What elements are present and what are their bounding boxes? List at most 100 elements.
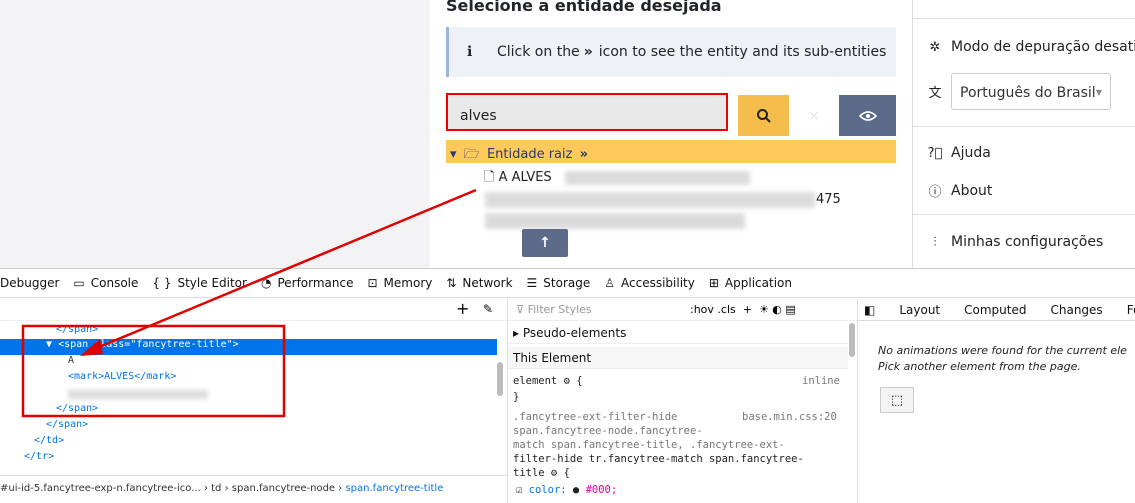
caret-down-icon[interactable]: ▾ [450,147,457,162]
search-icon [756,108,771,123]
tab-label: Debugger [0,276,60,290]
side-tabs: ◧ Layout Computed Changes Fonts [858,299,1135,321]
clear-button[interactable]: × [789,95,839,136]
settings-item[interactable]: ⫶ Minhas configurações [927,234,1103,250]
close-brace: } [513,391,520,403]
tab-icon: ♙ [604,276,616,290]
source-link[interactable]: base.min.css:20 [742,411,837,423]
pick-element-button[interactable]: ⬚ [880,387,914,413]
devtools-tab-accessibility[interactable]: ♙ Accessibility [604,276,695,290]
markup-line[interactable]: </span> [56,403,98,419]
bug-icon: ✲ [929,39,941,55]
about-label: About [951,182,993,199]
this-element-label: This Element [513,351,592,365]
layout-panel: ◧ Layout Computed Changes Fonts No anima… [858,299,1135,503]
message-line: Pick another element from the page. [878,360,1081,373]
rules-panel: ⊽ Filter Styles :hov .cls + ☀ ◐ ▤ ▸ Pseu… [508,299,858,503]
selector-line: span.fancytree-node.fancytree- [513,425,703,437]
pick-element-icon: ⬚ [890,392,904,408]
search-button[interactable] [738,95,789,136]
markup-line[interactable]: <mark>ALVES</mark> [68,371,176,387]
eye-icon [858,110,877,121]
info-icon: ℹ [467,44,473,60]
sliders-icon: ⫶ [933,234,937,250]
markup-line[interactable]: </tr> [24,451,54,467]
devtools-tab-memory[interactable]: ⊡ Memory [367,276,432,290]
selected-markup-line[interactable]: ▼ <span class="fancytree-title"> [0,339,497,355]
devtools-tab-debugger[interactable]: Debugger [0,276,59,290]
expand-arrow-icon[interactable]: ▼ [46,339,52,350]
tab-label: Application [724,276,792,290]
question-icon: ?⃝ [927,145,943,161]
about-item[interactable]: ⓘ About [927,181,993,201]
view-button[interactable] [839,95,896,136]
element-rule[interactable]: element ⚙ { [513,375,583,387]
double-chevron-icon[interactable]: » [580,147,588,162]
tab-layout[interactable]: Layout [899,303,940,317]
devtools-tab-performance[interactable]: ◔ Performance [261,276,354,290]
redacted-text [485,192,815,208]
scrollbar[interactable] [497,362,503,396]
divider [913,214,1135,215]
selector-line: title ⚙ { [513,467,570,479]
breadcrumb-item[interactable]: span.fancytree-node [232,483,335,494]
checkbox-icon[interactable]: ☑ [516,484,522,496]
devtools-tab-style-editor[interactable]: { } Style Editor [152,276,247,290]
markup-line[interactable]: </td> [34,435,64,451]
search-input[interactable]: alves [446,93,728,131]
tab-changes[interactable]: Changes [1050,303,1102,317]
markup-line[interactable]: </span> [46,419,88,435]
breadcrumb-item[interactable]: td [211,483,221,494]
filter-styles-input[interactable]: ⊽ Filter Styles [516,303,592,316]
breadcrumb-item[interactable]: span.fancytree-title [345,483,443,494]
tab-fonts[interactable]: Fonts [1127,303,1135,317]
devtools-tab-storage[interactable]: ☰ Storage [527,276,591,290]
tab-label: Accessibility [621,276,695,290]
settings-label: Minhas configurações [951,234,1104,250]
redacted-text [485,213,745,229]
inline-label: inline [802,375,840,387]
eyedropper-icon[interactable]: ✎ [483,302,493,316]
tab-label: Performance [277,276,354,290]
color-swatch[interactable]: ● [573,484,579,496]
markup-line[interactable]: A [68,355,74,371]
devtools-tabbar: Debugger ▭ Console { } Style Editor ◔ Performa… [0,269,1135,298]
color-declaration[interactable]: ☑ color: ● #000; [516,484,617,496]
devtools-tab-network[interactable]: ⇅ Network [446,276,512,290]
file-icon: 🗋 [484,170,495,185]
tab-computed[interactable]: Computed [964,303,1026,317]
tree-root-node[interactable]: ▾ 🗁 Entidade raiz » [446,140,896,163]
selector-line: filter-hide tr.fancytree-match span.fanc… [513,453,804,465]
this-element-header: This Element [508,347,848,369]
hov-cls-toggles[interactable]: :hov .cls + ☀ ◐ ▤ [690,303,796,316]
divider [913,126,1135,127]
devtools-tab-application[interactable]: ⊞ Application [709,276,792,290]
attr-name: class= [94,339,131,350]
language-select[interactable]: Português do Brasil ▼ [951,73,1111,110]
devtools-tab-console[interactable]: ▭ Console [73,276,138,290]
pseudo-label: Pseudo-elements [522,326,627,340]
closing-tag: </span> [56,403,99,414]
debug-mode-item[interactable]: ✲ Modo de depuração desativ [927,39,1135,55]
chevron-right-icon: › [224,483,232,494]
help-item[interactable]: ?⃝ Ajuda [927,145,991,161]
hov-cls-label: :hov .cls [690,303,736,316]
help-label: Ajuda [951,145,991,161]
scroll-top-button[interactable]: ↑ [522,229,568,257]
tag-close: > [232,339,239,350]
panel-title: Selecione a entidade desejada [446,0,722,15]
folder-open-icon: 🗁 [463,147,480,162]
tree-node-result[interactable]: 🗋 A ALVES [484,168,552,190]
scrollbar[interactable] [849,323,855,357]
info-text-before: Click on the [497,44,580,60]
tab-icon: ⇅ [446,276,457,290]
message-line: No animations were found for the current… [878,344,1127,357]
breadcrumb-item[interactable]: #ui-id-5.fancytree-exp-n.fancytree-ico..… [0,483,201,494]
prop-name: color: [528,484,567,496]
tab-label: Style Editor [177,276,247,290]
pseudo-elements-section[interactable]: ▸ Pseudo-elements [508,322,848,344]
sidebar-toggle-icon[interactable]: ◧ [864,303,875,317]
add-node-icon[interactable]: + [456,299,469,318]
markup-line[interactable]: </span> [56,324,98,340]
chevron-down-icon: ▼ [1095,88,1102,97]
